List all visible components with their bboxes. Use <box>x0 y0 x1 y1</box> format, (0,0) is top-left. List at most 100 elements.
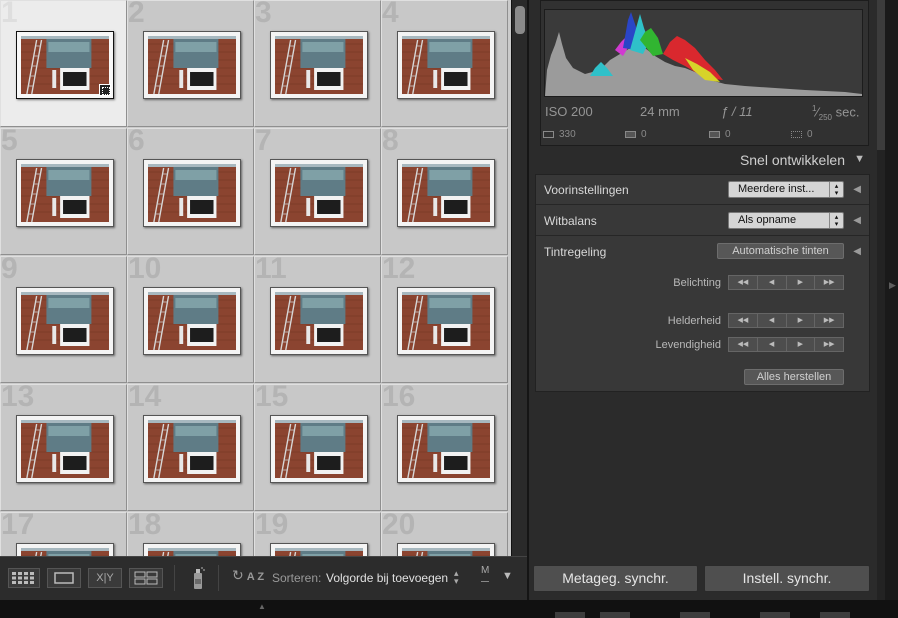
thumbnail-frame[interactable] <box>270 31 368 99</box>
thumbnail-cell[interactable]: 2 <box>127 0 254 127</box>
thumbnail-cell[interactable]: 16 <box>381 384 508 511</box>
quick-develop-header[interactable]: Snel ontwikkelen ▼ <box>533 149 871 173</box>
presets-dropdown[interactable]: Meerdere inst... ▴ ▾ <box>728 181 844 198</box>
white-balance-dropdown[interactable]: Als opname ▴ ▾ <box>728 212 844 229</box>
expand-triangle-icon[interactable]: ◀ <box>853 246 861 257</box>
increase-large-icon[interactable]: ▶▶ <box>815 276 843 289</box>
sync-metadata-button[interactable]: Metageg. synchr. <box>533 565 698 592</box>
decrease-icon[interactable]: ◀ <box>758 276 787 289</box>
increase-large-icon[interactable]: ▶▶ <box>815 314 843 327</box>
thumbnail-frame[interactable] <box>143 31 241 99</box>
sort-direction-button[interactable]: ↻ A Z <box>232 567 264 584</box>
thumbnail-frame[interactable] <box>397 159 495 227</box>
thumbnail-frame[interactable] <box>16 159 114 227</box>
increase-icon[interactable]: ▶ <box>787 276 816 289</box>
thumbnail-frame[interactable] <box>16 543 114 556</box>
thumbnail-cell[interactable]: 1 <box>0 0 127 127</box>
thumbnail-cell[interactable]: 15 <box>254 384 381 511</box>
thumbnail-frame[interactable] <box>16 415 114 483</box>
decrease-large-icon[interactable]: ◀◀ <box>729 276 758 289</box>
tone-control-section: Tintregeling Automatische tinten ◀ Belic… <box>536 237 869 391</box>
right-panel-scrollbar-thumb[interactable] <box>877 0 885 150</box>
thumbnail-cell[interactable]: 20 <box>381 512 508 556</box>
auto-tone-button[interactable]: Automatische tinten <box>717 243 844 259</box>
filmstrip-thumbnail[interactable] <box>680 612 710 618</box>
sync-settings-button[interactable]: Instell. synchr. <box>704 565 870 592</box>
thumbnail-frame[interactable] <box>16 31 114 99</box>
stat-smart-preview-count: 0 <box>641 129 647 140</box>
decrease-icon[interactable]: ◀ <box>758 338 787 351</box>
cell-index-number: 2 <box>128 0 145 29</box>
filmstrip-thumbnail[interactable] <box>820 612 850 618</box>
chevron-down-icon[interactable]: ▼ <box>502 570 513 582</box>
decrease-large-icon[interactable]: ◀◀ <box>729 314 758 327</box>
thumbnail-cell[interactable]: 14 <box>127 384 254 511</box>
thumbnail-cell[interactable]: 6 <box>127 128 254 255</box>
photo-thumbnail <box>148 548 236 556</box>
thumbnail-cell[interactable]: 18 <box>127 512 254 556</box>
thumbnail-cell[interactable]: 19 <box>254 512 381 556</box>
cell-index-number: 16 <box>382 384 416 413</box>
painter-spray-button[interactable] <box>190 565 206 596</box>
thumbnail-cell[interactable]: 17 <box>0 512 127 556</box>
sort-dropdown-chevrons-icon[interactable]: ▴ ▾ <box>454 569 459 586</box>
photo-thumbnail <box>21 548 109 556</box>
library-grid[interactable]: 1 2 3 4 5 6 7 8 9 10 11 12 13 14 15 16 17 18 19 20 <box>0 0 511 556</box>
compare-view-label: X|Y <box>96 572 114 584</box>
thumbnail-frame[interactable] <box>143 287 241 355</box>
thumbnail-frame[interactable] <box>397 31 495 99</box>
expand-triangle-icon[interactable]: ◀ <box>853 215 861 226</box>
filmstrip-thumbnail[interactable] <box>760 612 790 618</box>
filmstrip-thumbnail[interactable] <box>600 612 630 618</box>
thumbnail-frame[interactable] <box>397 415 495 483</box>
thumbnail-cell[interactable]: 7 <box>254 128 381 255</box>
thumbnail-frame[interactable] <box>143 543 241 556</box>
thumbnail-cell[interactable]: 9 <box>0 256 127 383</box>
vibrance-stepper[interactable]: ◀◀ ◀ ▶ ▶▶ <box>728 337 844 352</box>
grid-view-button[interactable] <box>8 568 40 588</box>
thumbnail-frame[interactable] <box>270 415 368 483</box>
clarity-stepper[interactable]: ◀◀ ◀ ▶ ▶▶ <box>728 313 844 328</box>
thumbnail-frame[interactable] <box>143 415 241 483</box>
compare-view-button[interactable]: X|Y <box>88 568 122 588</box>
thumbnail-frame[interactable] <box>270 159 368 227</box>
loupe-view-button[interactable] <box>47 568 81 588</box>
increase-icon[interactable]: ▶ <box>787 314 816 327</box>
cell-index-number: 4 <box>382 0 399 29</box>
filmstrip-grip-icon[interactable]: ▲ <box>258 602 267 611</box>
survey-view-button[interactable] <box>129 568 163 588</box>
thumbnail-cell[interactable]: 13 <box>0 384 127 511</box>
panel-toggle-arrow-icon[interactable]: ▶ <box>889 280 896 291</box>
grid-scrollbar[interactable] <box>511 0 527 556</box>
thumbnail-frame[interactable] <box>270 287 368 355</box>
thumbnail-cell[interactable]: 8 <box>381 128 508 255</box>
filmstrip-thumbnail[interactable] <box>555 612 585 618</box>
thumbnail-frame[interactable] <box>397 287 495 355</box>
reset-all-button[interactable]: Alles herstellen <box>744 369 844 385</box>
sort-dropdown[interactable]: Volgorde bij toevoegen <box>326 571 448 585</box>
thumbnail-cell[interactable]: 11 <box>254 256 381 383</box>
thumbnail-size-slider[interactable] <box>481 581 489 582</box>
increase-icon[interactable]: ▶ <box>787 338 816 351</box>
thumbnail-size-label: M <box>481 565 490 576</box>
photo-thumbnail <box>402 420 490 478</box>
thumbnail-cell[interactable]: 12 <box>381 256 508 383</box>
edit-badge-icon <box>99 84 111 96</box>
thumbnail-frame[interactable] <box>397 543 495 556</box>
exposure-stepper[interactable]: ◀◀ ◀ ▶ ▶▶ <box>728 275 844 290</box>
increase-large-icon[interactable]: ▶▶ <box>815 338 843 351</box>
collapse-triangle-icon[interactable]: ▼ <box>854 153 865 165</box>
expand-triangle-icon[interactable]: ◀ <box>853 184 861 195</box>
thumbnail-cell[interactable]: 3 <box>254 0 381 127</box>
grid-scrollbar-thumb[interactable] <box>515 6 525 34</box>
thumbnail-cell[interactable]: 4 <box>381 0 508 127</box>
loupe-view-icon <box>54 572 74 584</box>
thumbnail-frame[interactable] <box>270 543 368 556</box>
thumbnail-frame[interactable] <box>16 287 114 355</box>
decrease-icon[interactable]: ◀ <box>758 314 787 327</box>
thumbnail-cell[interactable]: 5 <box>0 128 127 255</box>
thumbnail-frame[interactable] <box>143 159 241 227</box>
thumbnail-cell[interactable]: 10 <box>127 256 254 383</box>
photo-thumbnail <box>275 292 363 350</box>
decrease-large-icon[interactable]: ◀◀ <box>729 338 758 351</box>
